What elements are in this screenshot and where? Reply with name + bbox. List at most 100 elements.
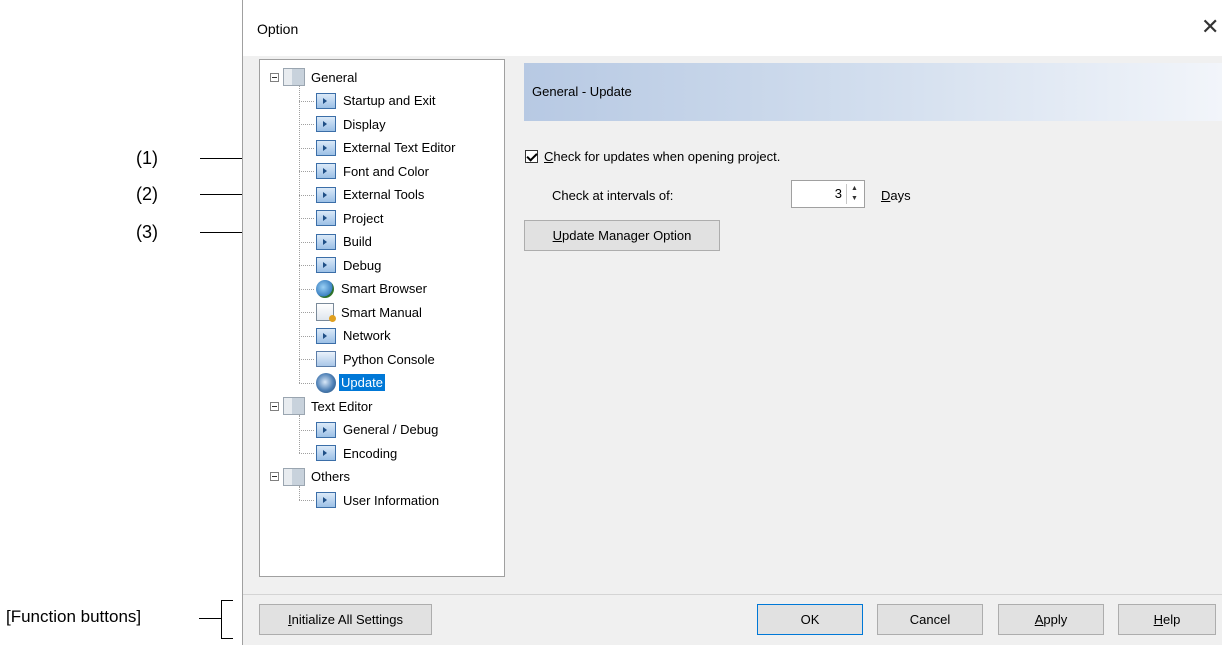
tree-item-label: Build xyxy=(343,234,372,249)
tree-item-label: Project xyxy=(343,210,384,226)
spin-up-icon[interactable]: ▲ xyxy=(847,184,862,194)
category-tree[interactable]: General Startup and Exit Display External T… xyxy=(259,59,505,577)
help-button[interactable]: Help xyxy=(1118,604,1216,635)
tree-item-external-tools[interactable]: External Tools xyxy=(316,185,426,205)
tree-connector xyxy=(299,218,314,219)
days-label: Days xyxy=(881,188,911,203)
tree-item-label: Update xyxy=(339,374,385,391)
tree-item-label: Python Console xyxy=(343,351,435,367)
check-updates-label-text: heck for updates when opening project. xyxy=(553,149,781,164)
folder-icon xyxy=(283,467,305,486)
tree-item-smart-browser[interactable]: Smart Browser xyxy=(316,279,429,299)
page-icon xyxy=(316,92,336,109)
page-icon xyxy=(316,492,336,508)
tree-item-label: Display xyxy=(343,116,386,132)
tree-item-label: External Text Editor xyxy=(343,140,456,155)
tree-connector xyxy=(299,485,300,500)
tree-group-text-editor[interactable]: Text Editor xyxy=(270,396,374,416)
tree-item-encoding[interactable]: Encoding xyxy=(316,443,399,463)
page-icon xyxy=(316,421,336,438)
tree-item-font-and-color[interactable]: Font and Color xyxy=(316,161,431,181)
update-icon xyxy=(316,372,336,393)
initialize-label: nitialize All Settings xyxy=(291,612,403,627)
page-icon xyxy=(316,116,336,132)
tree-item-build[interactable]: Build xyxy=(316,232,374,252)
title-bar: Option ✕ xyxy=(243,0,1222,56)
tree-item-label: Encoding xyxy=(343,445,398,461)
tree-item-startup-and-exit[interactable]: Startup and Exit xyxy=(316,91,438,111)
tree-item-label: Smart Browser xyxy=(341,281,427,296)
apply-button[interactable]: Apply xyxy=(998,604,1104,635)
initialize-all-settings-button[interactable]: Initialize All Settings xyxy=(259,604,432,635)
help-mnemonic: H xyxy=(1153,612,1164,627)
folder-icon xyxy=(283,397,305,415)
tree-group-others[interactable]: Others xyxy=(270,467,352,487)
tree-item-user-information[interactable]: User Information xyxy=(316,490,441,510)
tree-group-label: Text Editor xyxy=(311,398,373,414)
tree-item-label: Font and Color xyxy=(343,163,429,179)
tree-connector xyxy=(299,241,314,243)
ok-button[interactable]: OK xyxy=(757,604,863,635)
tree-connector xyxy=(299,147,314,149)
tree-connector xyxy=(299,335,314,337)
tree-connector xyxy=(299,100,314,102)
tree-group-label: General xyxy=(311,69,358,85)
help-label: elp xyxy=(1163,612,1181,627)
page-icon xyxy=(316,327,336,344)
update-manager-label: pdate Manager Option xyxy=(562,228,692,243)
tree-item-python-console[interactable]: Python Console xyxy=(316,349,437,369)
section-header: General - Update xyxy=(524,63,1222,121)
page-icon xyxy=(316,210,336,226)
tree-item-smart-manual[interactable]: Smart Manual xyxy=(316,302,424,322)
tree-item-update[interactable]: Update xyxy=(316,372,385,393)
callout-1: (1) xyxy=(136,148,158,168)
tree-item-label: Startup and Exit xyxy=(343,93,436,108)
manual-icon xyxy=(316,303,336,322)
update-manager-mnemonic: U xyxy=(552,228,562,243)
function-buttons-bracket xyxy=(221,600,233,639)
tree-connector xyxy=(299,500,314,501)
tree-connector xyxy=(299,382,314,384)
tree-connector xyxy=(299,453,314,454)
tree-connector xyxy=(299,288,314,290)
page-icon xyxy=(316,186,336,203)
callout-2: (2) xyxy=(136,184,158,204)
tree-item-external-text-editor[interactable]: External Text Editor xyxy=(316,138,457,158)
tree-item-label: Debug xyxy=(343,257,382,273)
tree-item-label: General / Debug xyxy=(343,422,439,437)
section-title: General - Update xyxy=(532,84,632,99)
tree-group-general[interactable]: General xyxy=(270,67,359,87)
check-updates-label[interactable]: Check for updates when opening project. xyxy=(544,149,780,164)
tree-connector xyxy=(299,312,314,313)
check-updates-mnemonic: C xyxy=(544,149,554,164)
tree-connector xyxy=(299,415,300,453)
folder-icon xyxy=(283,68,305,86)
check-updates-checkbox[interactable] xyxy=(525,150,538,163)
function-buttons-leader xyxy=(199,618,221,619)
apply-label: pply xyxy=(1043,612,1068,627)
days-mnemonic: D xyxy=(881,188,891,203)
tree-item-debug[interactable]: Debug xyxy=(316,255,383,275)
collapse-icon[interactable] xyxy=(270,472,279,481)
collapse-icon[interactable] xyxy=(270,401,279,411)
close-icon[interactable]: ✕ xyxy=(1201,16,1219,38)
tree-item-display[interactable]: Display xyxy=(316,114,388,134)
python-icon xyxy=(316,351,336,367)
collapse-icon[interactable] xyxy=(270,72,279,82)
globe-icon xyxy=(316,279,334,298)
update-manager-option-button[interactable]: Update Manager Option xyxy=(524,220,720,251)
interval-spinner[interactable]: ▲ ▼ xyxy=(846,184,862,204)
tree-connector xyxy=(299,124,314,125)
cancel-button[interactable]: Cancel xyxy=(877,604,983,635)
tree-item-network[interactable]: Network xyxy=(316,326,393,346)
spin-down-icon[interactable]: ▼ xyxy=(847,194,862,204)
tree-connector xyxy=(299,194,314,196)
tree-item-label: User Information xyxy=(343,492,440,508)
page-icon xyxy=(316,139,336,156)
tree-item-project[interactable]: Project xyxy=(316,208,385,228)
tree-connector xyxy=(299,429,314,431)
tree-connector xyxy=(299,86,300,383)
option-dialog: Option ✕ General Startup and Exit Display E… xyxy=(242,0,1222,645)
tree-connector xyxy=(299,171,314,172)
tree-item-general-debug[interactable]: General / Debug xyxy=(316,420,440,440)
